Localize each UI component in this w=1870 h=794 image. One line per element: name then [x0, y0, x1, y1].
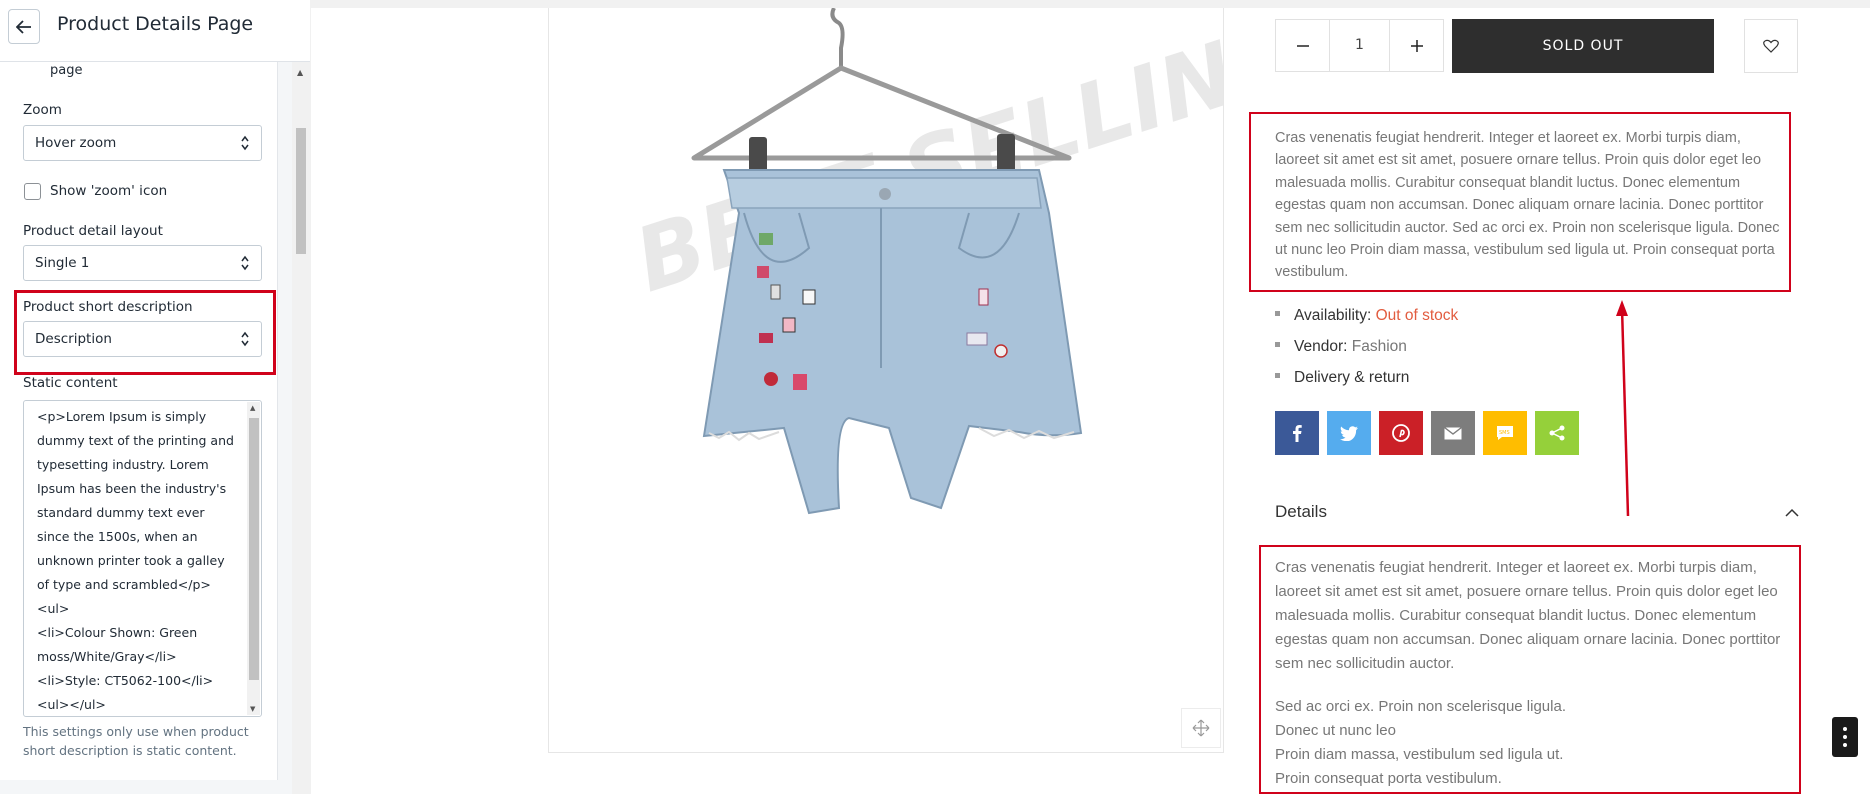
scroll-up-icon[interactable]: ▲ — [297, 68, 303, 77]
static-content-line: <ul> — [37, 601, 70, 616]
share-email-button[interactable] — [1431, 411, 1475, 455]
zoom-button[interactable] — [1181, 708, 1221, 748]
heart-icon — [1763, 39, 1779, 53]
theme-editor-sidebar: Product Details Page page Zoom Hover zoo… — [0, 0, 310, 794]
availability-value: Out of stock — [1375, 307, 1459, 324]
decrease-quantity-button[interactable] — [1276, 20, 1329, 71]
vendor-label: Vendor: — [1294, 338, 1348, 355]
more-options-button[interactable] — [1832, 717, 1858, 757]
static-content-line: <p>Lorem Ipsum is simply — [37, 409, 207, 424]
plus-icon — [1410, 39, 1423, 52]
highlight-box-setting — [14, 290, 276, 375]
show-zoom-icon-checkbox[interactable] — [24, 183, 41, 200]
zoom-label: Zoom — [23, 102, 62, 118]
vendor-row: Vendor: Fashion — [1275, 338, 1407, 356]
layout-select-value: Single 1 — [35, 255, 90, 271]
static-content-line: unknown printer took a galley — [37, 553, 225, 568]
static-content-line: <li>Colour Shown: Green — [37, 625, 198, 640]
static-content-line: <ul></ul> — [37, 697, 106, 712]
kebab-dot-icon — [1843, 727, 1847, 731]
availability-row: Availability: Out of stock — [1275, 307, 1458, 325]
app-root: Product Details Page page Zoom Hover zoo… — [0, 0, 1870, 794]
storefront-preview: BEST SELLING — [311, 8, 1870, 794]
envelope-icon — [1444, 426, 1462, 439]
share-twitter-button[interactable] — [1327, 411, 1371, 455]
select-caret-icon — [241, 135, 249, 151]
sold-out-button[interactable]: SOLD OUT — [1452, 19, 1714, 73]
increase-quantity-button[interactable] — [1390, 20, 1443, 71]
static-content-line: moss/White/Gray</li> — [37, 649, 177, 664]
kebab-dot-icon — [1843, 735, 1847, 739]
static-content-line: dummy text of the printing and — [37, 433, 234, 448]
quantity-stepper: 1 — [1275, 19, 1444, 72]
availability-label: Availability: — [1294, 307, 1372, 324]
twitter-icon — [1340, 425, 1358, 441]
wishlist-button[interactable] — [1744, 19, 1798, 73]
details-accordion-title[interactable]: Details — [1275, 502, 1327, 522]
share-sms-button[interactable]: SMS — [1483, 411, 1527, 455]
move-arrows-icon — [1192, 719, 1210, 737]
chevron-up-icon[interactable] — [1785, 508, 1799, 517]
static-content-text: <p>Lorem Ipsum is simply dummy text of th… — [37, 405, 237, 716]
select-caret-icon — [241, 255, 249, 271]
textarea-scrollbar[interactable]: ▲ ▼ — [247, 402, 260, 715]
static-content-line: of type and scrambled</p> — [37, 577, 211, 592]
sidebar-header: Product Details Page — [0, 0, 310, 62]
share-facebook-button[interactable] — [1275, 411, 1319, 455]
zoom-select-value: Hover zoom — [35, 135, 117, 151]
facebook-icon — [1293, 425, 1302, 442]
annotation-arrow — [1616, 300, 1630, 517]
product-image: BEST SELLING — [623, 8, 1223, 515]
zoom-select[interactable]: Hover zoom — [23, 125, 262, 161]
static-content-line: typesetting industry. Lorem — [37, 457, 209, 472]
textarea-scroll-thumb[interactable] — [249, 418, 259, 680]
quantity-input[interactable]: 1 — [1329, 20, 1390, 71]
vendor-value[interactable]: Fashion — [1352, 338, 1407, 355]
share-pinterest-button[interactable] — [1379, 411, 1423, 455]
static-content-help: This settings only use when product shor… — [23, 724, 249, 758]
bullet-icon — [1275, 311, 1280, 317]
sidebar-scrollbar[interactable]: ▲ — [292, 62, 310, 794]
pinterest-icon — [1392, 424, 1410, 442]
static-content-line: standard dummy text ever — [37, 505, 205, 520]
sms-icon: SMS — [1497, 426, 1513, 440]
product-image-frame[interactable]: BEST SELLING — [548, 8, 1224, 753]
scroll-down-icon[interactable]: ▼ — [250, 705, 255, 713]
highlight-box-details — [1259, 545, 1801, 794]
static-content-label: Static content — [23, 375, 118, 391]
show-zoom-icon-label: Show 'zoom' icon — [50, 183, 168, 199]
bullet-icon — [1275, 342, 1280, 348]
static-content-line: since the 1500s, when an — [37, 529, 198, 544]
highlight-box-short-description — [1249, 112, 1791, 292]
layout-select[interactable]: Single 1 — [23, 245, 262, 281]
delivery-row[interactable]: Delivery & return — [1275, 369, 1409, 387]
delivery-return-link[interactable]: Delivery & return — [1294, 369, 1409, 386]
bullet-icon — [1275, 373, 1280, 379]
minus-icon — [1296, 44, 1309, 47]
partial-option-label: page — [50, 63, 83, 78]
kebab-dot-icon — [1843, 743, 1847, 747]
share-icon — [1549, 425, 1565, 441]
sidebar-scroll-thumb[interactable] — [296, 128, 306, 254]
layout-label: Product detail layout — [23, 223, 163, 239]
share-more-button[interactable] — [1535, 411, 1579, 455]
page-title: Product Details Page — [57, 13, 254, 35]
static-content-textarea[interactable]: <p>Lorem Ipsum is simply dummy text of th… — [23, 400, 262, 717]
scroll-up-icon[interactable]: ▲ — [250, 404, 255, 412]
static-content-line: <li>Style: CT5062-100</li> — [37, 673, 214, 688]
back-button[interactable] — [8, 9, 40, 44]
svg-text:SMS: SMS — [1499, 430, 1510, 436]
static-content-line: Ipsum has been the industry's — [37, 481, 227, 496]
arrow-left-icon — [16, 19, 31, 34]
